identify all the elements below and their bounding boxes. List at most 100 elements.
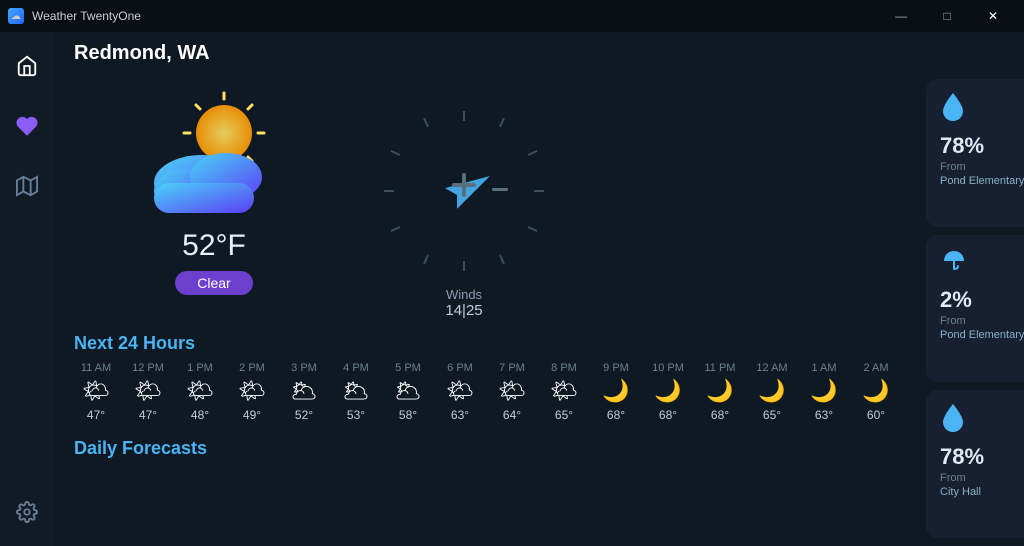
hourly-weather-icon: 🌥	[394, 378, 422, 404]
hourly-time: 6 PM	[447, 362, 473, 374]
hourly-time: 2 PM	[239, 362, 265, 374]
hourly-temp: 65°	[555, 408, 573, 422]
hourly-weather-icon: 🌤	[186, 378, 214, 404]
hourly-weather-icon: 🌤	[82, 378, 110, 404]
hourly-temp: 68°	[607, 408, 625, 422]
hourly-item: 1 PM 🌤 48°	[178, 362, 222, 422]
sidebar-favorites[interactable]	[9, 108, 45, 144]
wind-label: Winds	[446, 287, 482, 302]
hourly-temp: 64°	[503, 408, 521, 422]
hourly-weather-icon: 🌤	[446, 378, 474, 404]
sidebar-home[interactable]	[9, 48, 45, 84]
compass-svg	[374, 101, 554, 281]
sidebar-settings[interactable]	[9, 494, 45, 530]
stat-card: 78% From Pond Elementary	[926, 79, 1024, 227]
hourly-item: 7 PM 🌤 64°	[490, 362, 534, 422]
maximize-button[interactable]: □	[924, 0, 970, 32]
hourly-time: 1 AM	[811, 362, 836, 374]
weather-icon	[134, 91, 294, 221]
next24-title: Next 24 Hours	[74, 333, 898, 354]
hourly-time: 5 PM	[395, 362, 421, 374]
hourly-temp: 68°	[711, 408, 729, 422]
location-text: Redmond, WA	[74, 42, 210, 64]
stat-value: 2%	[940, 287, 1024, 313]
hourly-time: 3 PM	[291, 362, 317, 374]
hourly-item: 9 PM 🌙 68°	[594, 362, 638, 422]
hourly-time: 11 PM	[705, 362, 736, 374]
hourly-weather-icon: 🌤	[498, 378, 526, 404]
stat-source: Pond Elementary	[940, 329, 1024, 341]
hourly-time: 8 PM	[551, 362, 577, 374]
hourly-weather-icon: 🌤	[550, 378, 578, 404]
hourly-temp: 63°	[451, 408, 469, 422]
sidebar	[0, 32, 54, 546]
app-title: Weather TwentyOne	[32, 9, 141, 23]
main-content: Redmond, WA	[54, 32, 1024, 546]
titlebar-left: ☁ Weather TwentyOne	[8, 8, 141, 24]
hourly-temp: 65°	[763, 408, 781, 422]
hourly-time: 11 AM	[81, 362, 111, 374]
hourly-item: 12 PM 🌤 47°	[126, 362, 170, 422]
stat-value: 78%	[940, 444, 1024, 470]
hourly-time: 1 PM	[187, 362, 213, 374]
hourly-time: 2 AM	[863, 362, 888, 374]
content-area: 52°F Clear	[54, 71, 1024, 546]
stat-card: 78% From City Hall	[926, 390, 1024, 538]
stat-icon	[940, 91, 1024, 127]
hourly-weather-icon: 🌙	[862, 378, 889, 404]
hourly-scroll[interactable]: 11 AM 🌤 47° 12 PM 🌤 47° 1 PM 🌤 48° 2 PM …	[74, 362, 898, 426]
hourly-item: 3 PM 🌥 52°	[282, 362, 326, 422]
hourly-item: 10 PM 🌙 68°	[646, 362, 690, 422]
hourly-temp: 48°	[191, 408, 209, 422]
stat-source: City Hall	[940, 486, 1024, 498]
stat-from-label: From	[940, 161, 1024, 173]
hourly-weather-icon: 🌙	[758, 378, 785, 404]
stat-icon	[940, 247, 1024, 281]
hourly-item: 11 AM 🌤 47°	[74, 362, 118, 422]
app-container: Redmond, WA	[0, 32, 1024, 546]
stat-value: 78%	[940, 133, 1024, 159]
hourly-weather-icon: 🌙	[810, 378, 837, 404]
hourly-weather-icon: 🌙	[706, 378, 733, 404]
hourly-temp: 68°	[659, 408, 677, 422]
next24-section: Next 24 Hours 11 AM 🌤 47° 12 PM 🌤 47° 1 …	[74, 333, 898, 426]
hourly-weather-icon: 🌤	[134, 378, 162, 404]
hourly-time: 4 PM	[343, 362, 369, 374]
hourly-item: 8 PM 🌤 65°	[542, 362, 586, 422]
hourly-temp: 60°	[867, 408, 885, 422]
wind-speed-display: 14|25	[445, 302, 482, 319]
hourly-time: 7 PM	[499, 362, 525, 374]
weather-main: 52°F Clear	[54, 71, 918, 546]
current-weather: 52°F Clear	[74, 81, 898, 319]
close-button[interactable]: ✕	[970, 0, 1016, 32]
sidebar-map[interactable]	[9, 168, 45, 204]
stat-icon	[940, 402, 1024, 438]
hourly-item: 11 PM 🌙 68°	[698, 362, 742, 422]
hourly-time: 9 PM	[603, 362, 629, 374]
location-header: Redmond, WA	[54, 32, 1024, 71]
daily-forecasts-label: Daily Forecasts	[74, 438, 898, 459]
hourly-temp: 47°	[87, 408, 105, 422]
titlebar: ☁ Weather TwentyOne — □ ✕	[0, 0, 1024, 32]
hourly-weather-icon: 🌥	[342, 378, 370, 404]
hourly-item: 4 PM 🌥 53°	[334, 362, 378, 422]
hourly-temp: 49°	[243, 408, 261, 422]
app-icon: ☁	[8, 8, 24, 24]
minimize-button[interactable]: —	[878, 0, 924, 32]
titlebar-controls: — □ ✕	[878, 0, 1016, 32]
hourly-item: 12 AM 🌙 65°	[750, 362, 794, 422]
compass-container	[374, 101, 554, 281]
hourly-item: 6 PM 🌤 63°	[438, 362, 482, 422]
hourly-weather-icon: 🌤	[238, 378, 266, 404]
hourly-temp: 63°	[815, 408, 833, 422]
hourly-item: 5 PM 🌥 58°	[386, 362, 430, 422]
stat-card: 2% From Pond Elementary	[926, 235, 1024, 383]
stat-from-label: From	[940, 472, 1024, 484]
hourly-item: 2 AM 🌙 60°	[854, 362, 898, 422]
wind-section: Winds 14|25	[354, 81, 574, 319]
hourly-item: 1 AM 🌙 63°	[802, 362, 846, 422]
weather-icon-temp: 52°F Clear	[74, 81, 354, 295]
hourly-time: 12 PM	[132, 362, 164, 374]
hourly-temp: 47°	[139, 408, 157, 422]
hourly-time: 12 AM	[756, 362, 787, 374]
